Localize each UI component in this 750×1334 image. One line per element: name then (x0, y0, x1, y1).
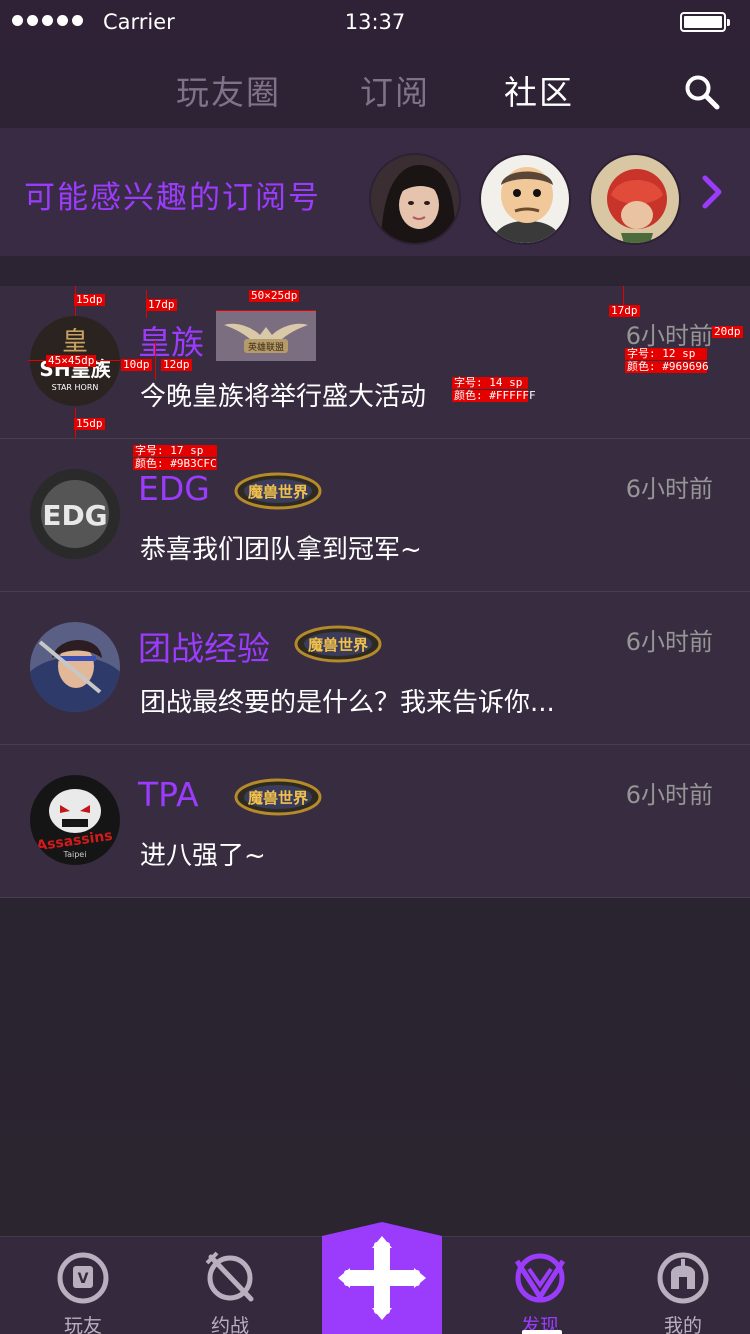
game-badge-wow: 魔兽世界 (234, 777, 322, 817)
crossed-swords-icon (205, 1251, 254, 1302)
post-author[interactable]: EDG (138, 469, 210, 508)
post-text: 今晚皇族将举行盛大活动 (140, 382, 427, 412)
tab-community[interactable]: 社区 (504, 66, 574, 114)
nav-item-battle[interactable]: 约战 (175, 1251, 285, 1334)
list-item[interactable]: EDG EDG 魔兽世界 恭喜我们团队拿到冠军~ 6小时前 (0, 439, 750, 592)
spec-label: 字号: 12 sp (625, 348, 707, 360)
discover-v-icon (514, 1253, 566, 1303)
spec-label: 字号: 14 sp (452, 377, 528, 389)
post-author[interactable]: 团战经验 (138, 622, 270, 670)
spec-label: 15dp (74, 293, 105, 306)
spec-label: 字号: 17 sp (133, 445, 217, 457)
nav-label: 玩友 (63, 1315, 102, 1334)
spec-label: 17dp (609, 304, 640, 317)
suggested-avatar[interactable] (479, 153, 571, 245)
chevron-right-icon[interactable] (700, 174, 724, 210)
avatar[interactable] (30, 622, 120, 712)
suggested-avatar[interactable] (369, 153, 461, 245)
spec-label: 17dp (146, 298, 177, 311)
spec-label: 20dp (712, 325, 743, 338)
spec-label: 颜色: #FFFFFF (452, 389, 536, 402)
avatar-logo-top: 皇 (62, 327, 88, 357)
search-icon[interactable] (684, 74, 720, 110)
spec-label: 10dp (121, 358, 152, 371)
avatar-logo-subtext: Taipei (63, 850, 87, 859)
nav-label: 我的 (663, 1315, 702, 1334)
spartan-helmet-icon (657, 1252, 709, 1304)
spec-label: 50×25dp (249, 289, 300, 302)
section-divider (0, 256, 750, 286)
battery-icon (680, 12, 730, 32)
post-time: 6小时前 (625, 322, 713, 350)
spec-label: 15dp (74, 417, 105, 430)
tab-subscribe[interactable]: 订阅 (360, 66, 430, 114)
suggested-avatar[interactable] (589, 153, 681, 245)
nav-item-friends[interactable]: V 玩友 (28, 1251, 138, 1334)
nav-label: 约战 (210, 1315, 249, 1334)
top-tabs: 玩友圈 订阅 社区 (0, 66, 750, 122)
nav-item-profile[interactable]: 我的 (628, 1251, 738, 1334)
spec-label: 45×45dp (46, 354, 97, 367)
avatar[interactable]: Assassins Taipei (30, 775, 120, 865)
spec-line (216, 310, 316, 311)
post-time: 6小时前 (625, 628, 713, 656)
game-badge-wow: 魔兽世界 (294, 624, 382, 664)
spec-label: 颜色: #9B3CFC (133, 457, 217, 470)
spec-label: 颜色: #969696 (625, 360, 709, 373)
svg-text:V: V (78, 1271, 89, 1287)
avatar-logo-text: EDG (42, 499, 107, 532)
status-bar: Carrier 13:37 (0, 0, 750, 44)
add-post-button[interactable] (322, 1222, 442, 1334)
game-badge-lol: 英雄联盟 (216, 311, 316, 361)
badge-label: 魔兽世界 (248, 789, 308, 807)
suggested-title: 可能感兴趣的订阅号 (24, 180, 321, 216)
post-text: 团战最终要的是什么？我来告诉你... (140, 688, 555, 718)
avatar[interactable]: EDG (30, 469, 120, 559)
post-author[interactable]: TPA (138, 775, 199, 814)
post-time: 6小时前 (625, 781, 713, 809)
avatar-logo-subtext: STAR HORN (52, 383, 99, 392)
status-time: 13:37 (344, 10, 406, 34)
post-text: 进八强了~ (140, 841, 266, 871)
spec-line (155, 340, 156, 380)
suggested-subscriptions: 可能感兴趣的订阅号 (0, 128, 750, 256)
badge-label: 英雄联盟 (248, 341, 284, 353)
active-tab-indicator (522, 1330, 562, 1334)
list-item[interactable]: Assassins Taipei TPA 魔兽世界 进八强了~ 6小时前 (0, 745, 750, 898)
post-text: 恭喜我们团队拿到冠军~ (140, 535, 422, 565)
spec-label: 12dp (161, 358, 192, 371)
list-item[interactable]: 团战经验 魔兽世界 团战最终要的是什么？我来告诉你... 6小时前 (0, 592, 750, 745)
badge-label: 魔兽世界 (308, 636, 368, 654)
nav-item-discover[interactable]: 发现 (485, 1251, 595, 1334)
post-list: 皇 SH皇族 STAR HORN 皇族 英雄联盟 今晚皇族将举行盛大活动 6小时… (0, 286, 750, 898)
game-badge-wow: 魔兽世界 (234, 471, 322, 511)
vs-shield-icon: V (57, 1252, 109, 1304)
tab-friends-circle[interactable]: 玩友圈 (176, 66, 281, 114)
post-author[interactable]: 皇族 (138, 316, 204, 364)
post-time: 6小时前 (625, 475, 713, 503)
badge-label: 魔兽世界 (248, 483, 308, 501)
